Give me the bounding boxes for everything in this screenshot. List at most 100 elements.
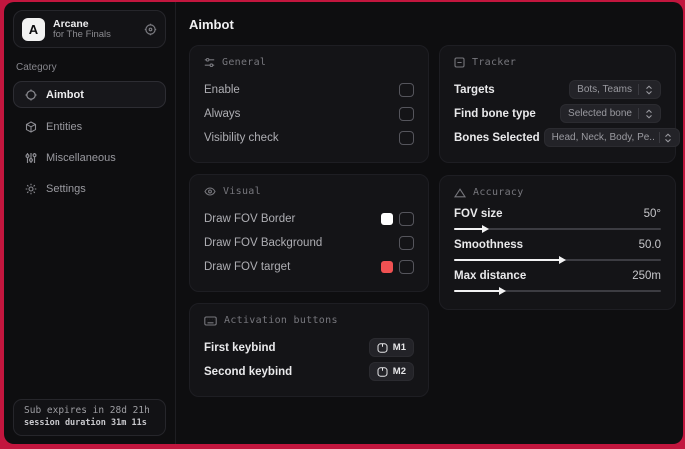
dropdown-value: Head, Neck, Body, Pe.. [551, 132, 655, 143]
keybind-value: M1 [392, 342, 406, 353]
targets-dropdown[interactable]: Bots, Teams [569, 80, 661, 99]
sidebar-item-settings[interactable]: Settings [14, 173, 166, 200]
dropdown-value: Bots, Teams [577, 84, 632, 95]
setting-label: Max distance [454, 270, 527, 282]
fov-size-slider[interactable] [454, 225, 661, 233]
first-keybind-button[interactable]: M1 [368, 338, 414, 357]
unfold-icon [664, 132, 672, 143]
slider-thumb[interactable] [558, 256, 566, 264]
setting-row-always: Always [204, 102, 414, 125]
eye-icon [204, 186, 216, 197]
unfold-icon [645, 108, 653, 119]
category-label: Category [16, 62, 57, 73]
max-distance-slider[interactable] [454, 287, 661, 295]
setting-label: Draw FOV target [204, 260, 291, 273]
sidebar-item-entities[interactable]: Entities [14, 111, 166, 138]
divider [638, 108, 639, 119]
unfold-icon [645, 84, 653, 95]
setting-label: Find bone type [454, 107, 536, 120]
setting-label: Smoothness [454, 239, 524, 251]
setting-label: Bones Selected [454, 131, 540, 144]
slider-thumb[interactable] [481, 225, 489, 233]
slider-thumb[interactable] [498, 287, 506, 295]
draw-fov-background-checkbox[interactable] [399, 235, 414, 250]
setting-label: Second keybind [204, 365, 293, 378]
app-meta: Arcane for The Finals [53, 18, 136, 41]
divider [638, 84, 639, 95]
find-bone-type-dropdown[interactable]: Selected bone [560, 104, 661, 123]
visibility-check-checkbox[interactable] [399, 130, 414, 145]
keyboard-icon [204, 315, 217, 326]
fov-border-color-swatch[interactable] [381, 212, 393, 225]
smoothness-slider[interactable] [454, 256, 661, 264]
sidebar: A Arcane for The Finals Category Aimbot [4, 2, 176, 444]
setting-label: Draw FOV Background [204, 236, 323, 249]
setting-label: Draw FOV Border [204, 212, 296, 225]
sidebar-item-aimbot[interactable]: Aimbot [13, 81, 166, 108]
draw-fov-border-checkbox[interactable] [399, 211, 414, 226]
panel-title: Tracker [472, 57, 517, 68]
fov-size-value: 50° [643, 208, 661, 220]
triangle-icon [454, 187, 466, 198]
smoothness-value: 50.0 [638, 239, 661, 251]
app-header-card: A Arcane for The Finals [13, 10, 166, 48]
setting-row-draw-fov-border: Draw FOV Border [204, 207, 414, 230]
sidebar-item-label: Entities [46, 121, 83, 133]
subscription-card: Sub expires in 28d 21h session duration … [13, 399, 166, 436]
subscription-expiry: Sub expires in 28d 21h [24, 405, 150, 416]
max-distance-value: 250m [632, 270, 661, 282]
enable-checkbox[interactable] [399, 82, 414, 97]
slider-fill [454, 256, 566, 264]
setting-row-visibility-check: Visibility check [204, 126, 414, 149]
setting-label: FOV size [454, 208, 503, 220]
main-content: Aimbot General Enable Always Visibility … [176, 2, 683, 444]
fov-target-color-swatch[interactable] [381, 260, 393, 273]
app-window: A Arcane for The Finals Category Aimbot [4, 2, 683, 444]
cube-icon [24, 121, 37, 133]
setting-label: Always [204, 107, 241, 120]
sidebar-item-label: Settings [46, 183, 86, 195]
session-duration: session duration 31m 11s [24, 418, 147, 428]
general-sliders-icon [204, 57, 215, 68]
setting-label: Visibility check [204, 131, 279, 144]
always-checkbox[interactable] [399, 106, 414, 121]
setting-row-second-keybind: Second keybind M2 [204, 360, 414, 383]
panel-visual: Visual Draw FOV Border Draw FOV Backgrou… [189, 174, 429, 292]
panel-accuracy: Accuracy FOV size 50° Smoothness 50.0 Ma… [439, 175, 676, 310]
setting-row-enable: Enable [204, 78, 414, 101]
second-keybind-button[interactable]: M2 [368, 362, 414, 381]
setting-label: Enable [204, 83, 240, 96]
app-logo: A [22, 17, 45, 41]
sliders-icon [24, 152, 37, 164]
crosshair-icon [24, 89, 37, 101]
setting-label: First keybind [204, 341, 276, 354]
setting-row-first-keybind: First keybind M1 [204, 336, 414, 359]
keybind-value: M2 [392, 366, 406, 377]
slider-fill [454, 287, 506, 295]
panel-tracker: Tracker Targets Bots, Teams Find bone ty… [439, 45, 680, 163]
mouse-icon [377, 342, 388, 353]
dropdown-value: Selected bone [568, 108, 632, 119]
panel-title: Activation buttons [224, 315, 338, 326]
panel-activation-buttons: Activation buttons First keybind M1 Seco… [189, 303, 429, 397]
setting-row-fov-size: FOV size 50° [454, 208, 661, 233]
app-subtitle: for The Finals [53, 28, 111, 40]
slider-fill [454, 225, 489, 233]
bones-selected-dropdown[interactable]: Head, Neck, Body, Pe.. [543, 128, 680, 147]
sidebar-item-label: Aimbot [46, 88, 84, 101]
divider [658, 132, 660, 143]
setting-row-draw-fov-target: Draw FOV target [204, 255, 414, 278]
sync-icon[interactable] [144, 23, 157, 36]
draw-fov-target-checkbox[interactable] [399, 259, 414, 274]
page-title: Aimbot [189, 17, 234, 32]
setting-row-find-bone-type: Find bone type Selected bone [454, 102, 661, 125]
setting-row-draw-fov-background: Draw FOV Background [204, 231, 414, 254]
setting-row-smoothness: Smoothness 50.0 [454, 239, 661, 264]
sidebar-item-label: Miscellaneous [46, 152, 116, 164]
mouse-icon [377, 366, 388, 377]
scan-frame-icon [454, 57, 465, 68]
setting-row-max-distance: Max distance 250m [454, 270, 661, 295]
setting-row-targets: Targets Bots, Teams [454, 78, 661, 101]
panel-general: General Enable Always Visibility check [189, 45, 429, 163]
sidebar-item-miscellaneous[interactable]: Miscellaneous [14, 142, 166, 169]
